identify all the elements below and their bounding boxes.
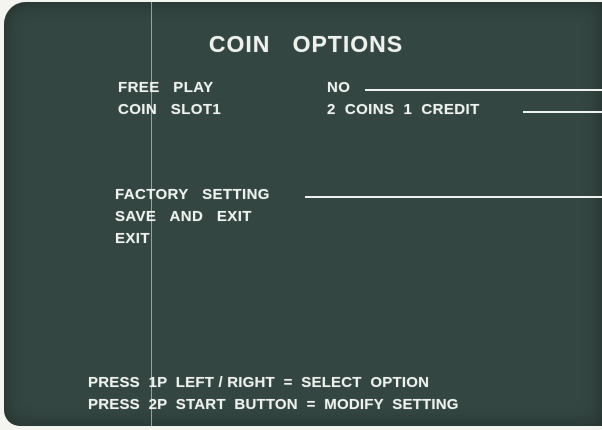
option-free-play-label[interactable]: FREE PLAY [118,79,214,96]
game-screen: COIN OPTIONS FREE PLAY NO COIN SLOT1 2 C… [4,2,602,426]
option-free-play-value[interactable]: NO [327,79,350,96]
save-and-exit-item[interactable]: SAVE AND EXIT [115,208,252,225]
page-title: COIN OPTIONS [208,31,404,57]
free-play-selector-line [365,89,602,91]
option-coin-slot-value[interactable]: 2 COINS 1 CREDIT [327,101,480,118]
option-coin-slot-label[interactable]: COIN SLOT1 [118,101,221,118]
coin-slot-selector-line [523,111,602,113]
footer-instruction-select: PRESS 1P LEFT / RIGHT = SELECT OPTION [88,374,430,391]
factory-setting-item[interactable]: FACTORY SETTING [115,186,270,203]
factory-setting-selector-line [305,196,602,198]
footer-instruction-modify: PRESS 2P START BUTTON = MODIFY SETTING [88,396,459,413]
exit-item[interactable]: EXIT [115,230,150,247]
